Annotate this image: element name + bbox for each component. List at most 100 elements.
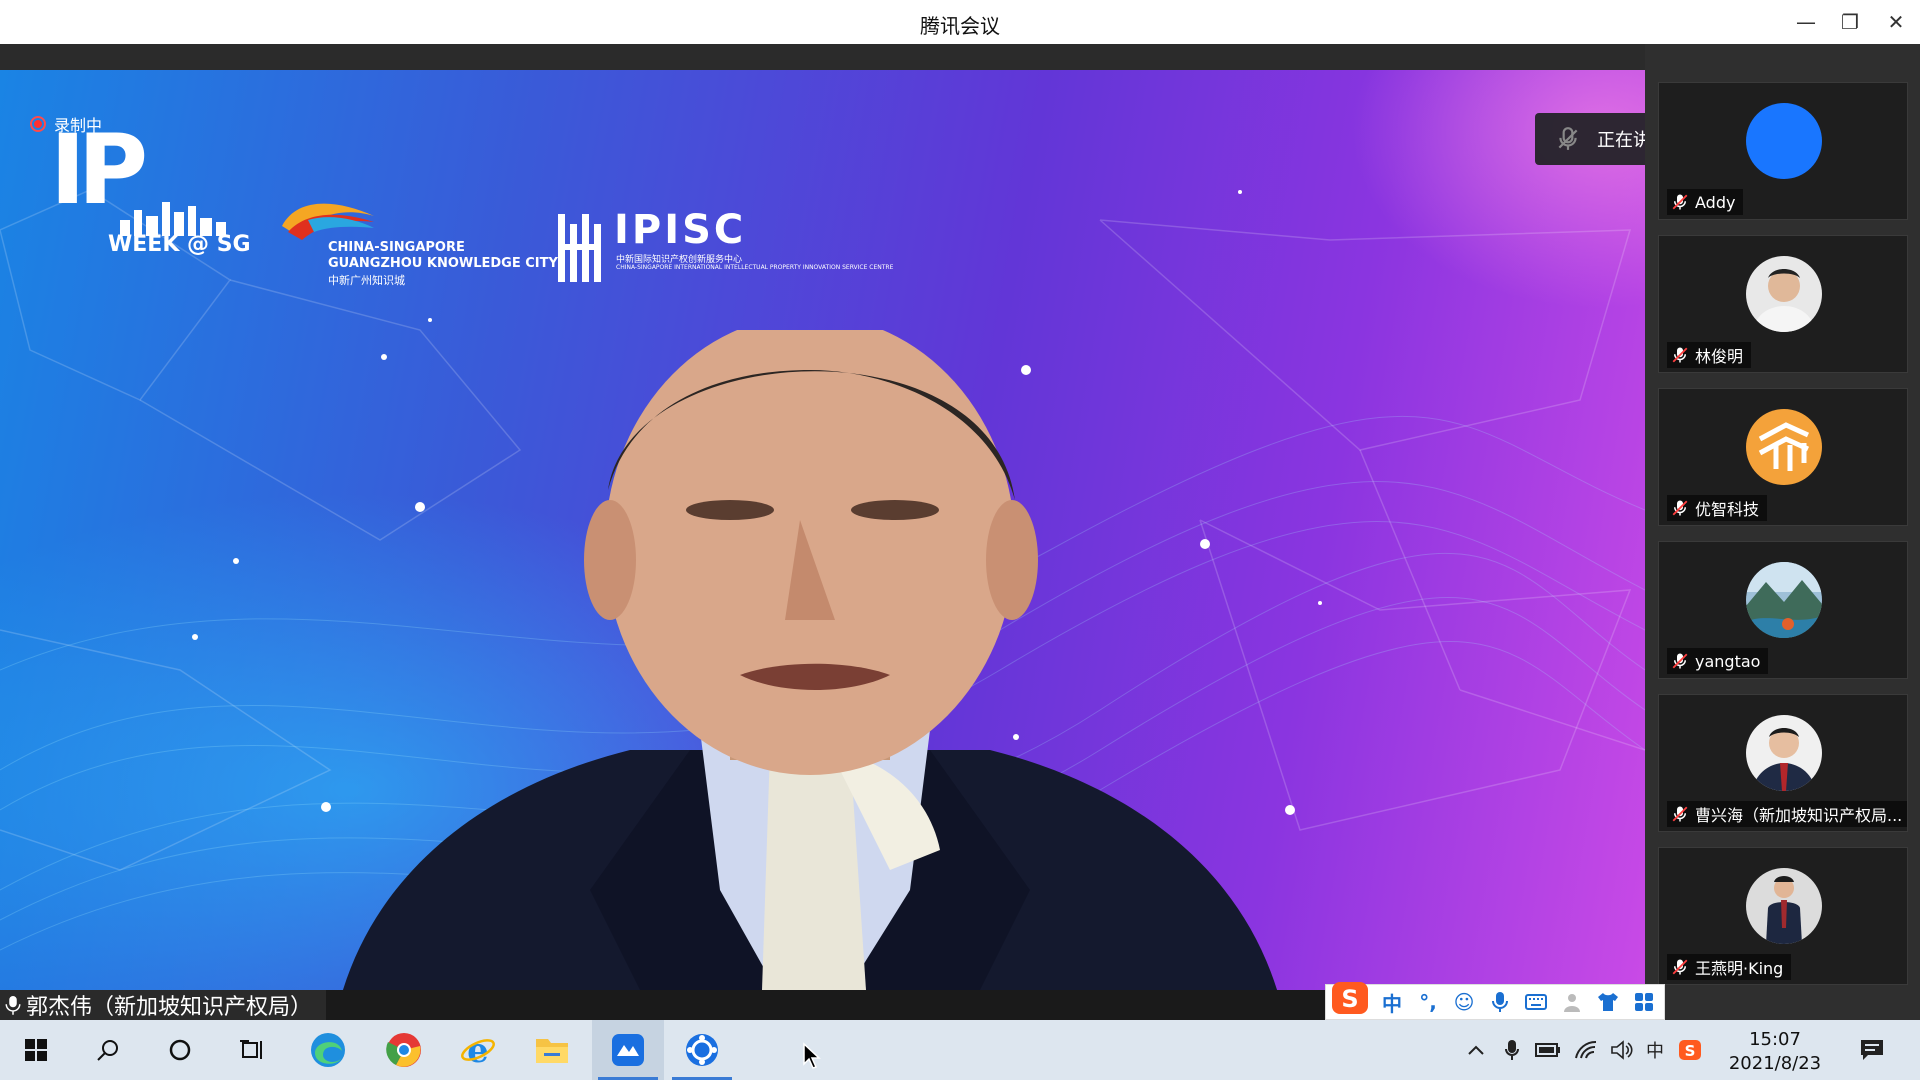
- notification-icon: [1861, 1040, 1883, 1060]
- ime-punctuation[interactable]: °,: [1414, 988, 1442, 1016]
- record-icon: [30, 116, 46, 132]
- ip-week-text: WEEK @ SG: [108, 232, 251, 257]
- svg-text:e: e: [467, 1032, 489, 1068]
- skyline-icon: [120, 202, 226, 236]
- window-title: 腾讯会议: [920, 14, 1000, 38]
- participant-label: 曹兴海（新加坡知识产权局...: [1667, 801, 1907, 827]
- recording-label: 录制中: [54, 116, 103, 135]
- cs-line1: CHINA-SINGAPORE: [328, 240, 465, 255]
- sogou-logo-icon[interactable]: S: [1330, 978, 1370, 1018]
- system-clock[interactable]: 15:07 2021/8/23: [1720, 1028, 1830, 1076]
- edge-icon: [311, 1033, 345, 1067]
- tray-mic[interactable]: [1498, 1020, 1526, 1080]
- ipisc-logo: IPISC 中新国际知识产权创新服务中心 CHINA-SINGAPORE INT…: [558, 140, 893, 282]
- task-view-icon: [240, 1040, 262, 1059]
- speaker-name-label: 郭杰伟（新加坡知识产权局）: [0, 990, 327, 1020]
- mic-muted-icon: [1558, 127, 1578, 150]
- user-icon[interactable]: [1558, 988, 1586, 1016]
- tray-volume[interactable]: [1606, 1020, 1638, 1080]
- mic-muted-icon: [1672, 959, 1688, 975]
- tray-overflow-button[interactable]: [1462, 1020, 1490, 1080]
- mic-muted-icon: [1672, 806, 1688, 822]
- start-button[interactable]: [0, 1020, 72, 1080]
- app-settings-icon: [686, 1034, 718, 1066]
- tencent-meeting-icon: [612, 1034, 644, 1066]
- sogou-tray-icon: S: [1679, 1040, 1701, 1060]
- ribbon-icon: [282, 203, 374, 240]
- folder-icon: [536, 1039, 568, 1063]
- cs-line3: 中新广州知识城: [328, 274, 405, 287]
- wifi-icon: [1575, 1040, 1597, 1059]
- speaking-text: 正在讲话: 郭杰伟（新加坡知识...: [1597, 130, 1645, 151]
- man-standing-avatar: [1746, 868, 1822, 944]
- participant-label: 王燕明·King: [1667, 954, 1792, 980]
- main-video[interactable]: IP WEEK @ SG CHINA-SINGAPORE GUANGZHOU K…: [0, 70, 1645, 990]
- cortana-button[interactable]: [144, 1020, 216, 1080]
- chevron-up-icon: [1468, 1045, 1484, 1055]
- internet-explorer-icon: e: [461, 1032, 495, 1068]
- mic-muted-icon: [1672, 653, 1688, 669]
- tray-sogou[interactable]: S: [1674, 1020, 1706, 1080]
- participant-tile[interactable]: Addy: [1658, 82, 1908, 220]
- search-button[interactable]: [72, 1020, 144, 1080]
- edge-button[interactable]: [292, 1020, 364, 1080]
- cortana-icon: [169, 1039, 191, 1061]
- mic-muted-icon: [1672, 347, 1688, 363]
- mouse-cursor-icon: [803, 1042, 821, 1069]
- action-center-button[interactable]: [1852, 1020, 1892, 1080]
- man-photo-avatar: [1746, 256, 1822, 332]
- participant-tile[interactable]: 优智科技: [1658, 388, 1908, 526]
- task-view-button[interactable]: [216, 1020, 288, 1080]
- participant-tile[interactable]: 曹兴海（新加坡知识产权局...: [1658, 694, 1908, 832]
- participant-label: 优智科技: [1667, 495, 1768, 521]
- chrome-button[interactable]: [368, 1020, 440, 1080]
- tray-input-language[interactable]: 中: [1640, 1020, 1670, 1080]
- chrome-icon: [386, 1033, 421, 1067]
- speaking-banner: 正在讲话: 郭杰伟（新加坡知识...: [1535, 113, 1645, 165]
- mic-icon: [5, 996, 21, 1015]
- cs-line2: GUANGZHOU KNOWLEDGE CITY: [328, 256, 558, 271]
- participant-label: Addy: [1667, 189, 1744, 215]
- ime-toolbar[interactable]: S 中 °, ☺: [1325, 982, 1665, 1020]
- emoji-icon[interactable]: ☺: [1450, 988, 1478, 1016]
- clock-time: 15:07: [1749, 1029, 1801, 1050]
- minimize-button[interactable]: —: [1790, 8, 1822, 36]
- taskbar: e 中 S 15:07 2021/8/23: [0, 1020, 1920, 1080]
- clock-date: 2021/8/23: [1728, 1053, 1822, 1074]
- participant-name: 优智科技: [1695, 500, 1760, 519]
- ipisc-en: CHINA-SINGAPORE INTERNATIONAL INTELLECTU…: [616, 264, 894, 271]
- file-explorer-button[interactable]: [516, 1020, 588, 1080]
- restore-button[interactable]: ❐: [1834, 8, 1866, 36]
- participant-tile[interactable]: 王燕明·King: [1658, 847, 1908, 985]
- title-bar: 腾讯会议 — ❐ ✕: [0, 0, 1920, 44]
- voice-input-icon[interactable]: [1486, 988, 1514, 1016]
- participant-name: 林俊明: [1695, 347, 1744, 366]
- participant-tile[interactable]: 林俊明: [1658, 235, 1908, 373]
- landscape-avatar: [1746, 562, 1822, 638]
- participant-name: yangtao: [1695, 651, 1761, 671]
- mic-muted-icon: [1672, 500, 1688, 516]
- recording-indicator[interactable]: 录制中: [30, 112, 102, 136]
- china-singapore-logo: CHINA-SINGAPORE GUANGZHOU KNOWLEDGE CITY…: [278, 130, 558, 287]
- tray-battery[interactable]: [1532, 1020, 1564, 1080]
- ipisc-name: IPISC: [614, 207, 747, 253]
- windows-icon: [25, 1039, 47, 1061]
- participant-label: 林俊明: [1667, 342, 1752, 368]
- close-button[interactable]: ✕: [1880, 8, 1912, 36]
- app-6-button[interactable]: [666, 1020, 738, 1080]
- man-suit-avatar: [1746, 715, 1822, 791]
- participant-name: 王燕明·King: [1695, 959, 1784, 978]
- tray-network[interactable]: [1570, 1020, 1602, 1080]
- skin-shirt-icon[interactable]: [1594, 988, 1622, 1016]
- grid-menu-icon[interactable]: [1630, 988, 1658, 1016]
- keyboard-icon[interactable]: [1522, 988, 1550, 1016]
- ime-chinese-mode[interactable]: 中: [1378, 988, 1406, 1016]
- participant-name: Addy: [1695, 192, 1736, 212]
- ie-button[interactable]: e: [442, 1020, 514, 1080]
- tencent-meeting-button[interactable]: [592, 1020, 664, 1080]
- participant-tile[interactable]: yangtao: [1658, 541, 1908, 679]
- svg-text:S: S: [1341, 985, 1358, 1013]
- battery-icon: [1535, 1043, 1560, 1057]
- microphone-icon: [1505, 1040, 1519, 1060]
- participant-panel: Addy 林俊明 优智科技 yangtao 曹兴海（新加坡知识产权局... 王燕…: [1645, 44, 1920, 1020]
